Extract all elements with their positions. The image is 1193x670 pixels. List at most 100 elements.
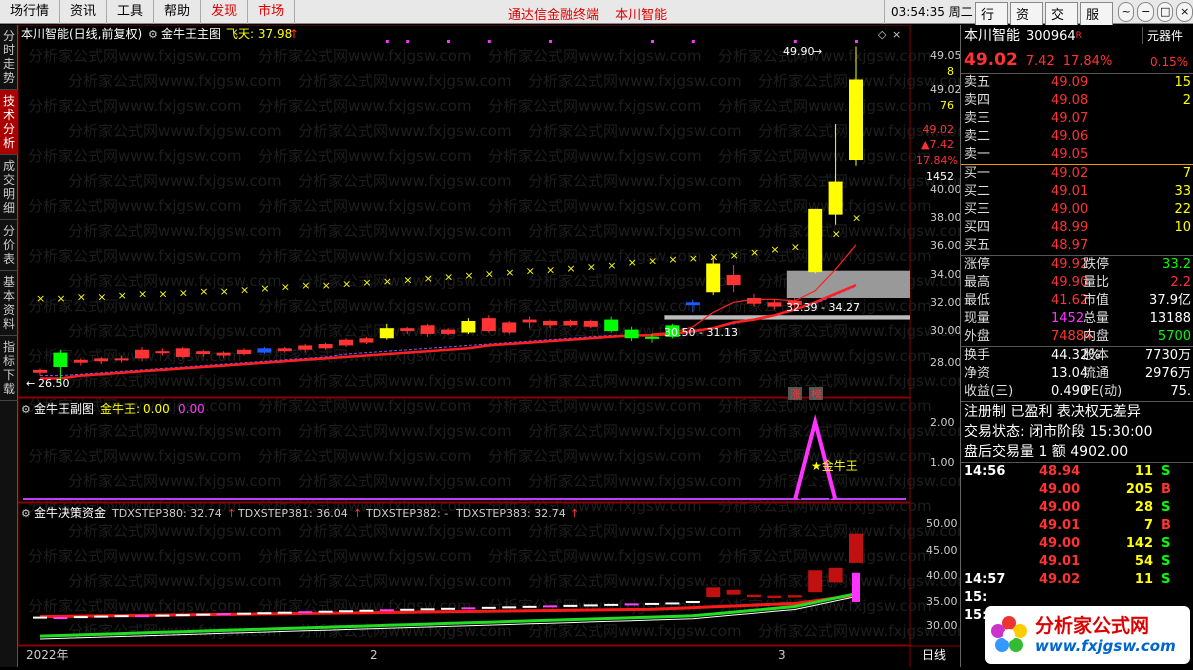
- sub1-value-2: 0.00: [178, 402, 205, 416]
- watermark-text: 分析家公式网www.fxjgsw.com: [298, 222, 512, 240]
- candle-body: [604, 319, 619, 332]
- sar-mark: ×: [750, 246, 759, 259]
- period-label[interactable]: 日线: [922, 648, 946, 662]
- watermark-text: 分析家公式网www.fxjgsw.com: [28, 147, 242, 165]
- menu-help[interactable]: 帮助: [154, 0, 202, 24]
- main-menu: 场行情 资讯 工具 帮助 发现 市场: [0, 0, 296, 24]
- tab-indicator-download[interactable]: 指标下载: [0, 336, 18, 401]
- sector-tag[interactable]: 元器件: [1142, 27, 1183, 44]
- sar-mark: ×: [668, 253, 677, 266]
- sar-mark: ×: [260, 282, 269, 295]
- sub2-title[interactable]: 金牛决策资金: [34, 505, 106, 520]
- chart-area[interactable]: 分析家公式网www.fxjgsw.com 分析家公式网www.fxjgsw.com…: [17, 24, 972, 667]
- watermark-text: 分析家公式网www.fxjgsw.com: [528, 172, 742, 190]
- tick-list[interactable]: 14:56 48.94 11 S 49.00 205 B 49.00 28 S 49.01 7 B…: [961, 463, 1193, 625]
- stat-row: 收益(三) 0.490 PE(动) 75.: [964, 384, 1191, 399]
- stat-row: 换手 44.32% 股本 7730万: [964, 348, 1191, 363]
- tick-row: 49.00 142 S: [1039, 536, 1171, 551]
- close-icon[interactable]: ×: [1176, 2, 1193, 22]
- close-pane-icon[interactable]: ×: [892, 28, 901, 41]
- menu-marketplace[interactable]: 市场: [248, 0, 296, 24]
- sub2-bar: [726, 589, 741, 595]
- xaxis-label: 2022年: [26, 648, 69, 662]
- sar-mark: ×: [852, 212, 861, 225]
- quote-panel: 本川智能 300964R 元器件 0.15% 49.02 7.42 17.84% 卖五…: [960, 25, 1193, 667]
- tab-deals[interactable]: 成交明细: [0, 155, 18, 220]
- minimize-icon[interactable]: −: [1137, 2, 1154, 22]
- candle-body: [196, 351, 211, 355]
- sub2-bar: [53, 617, 68, 620]
- sector-pct: 0.15%: [1150, 55, 1189, 69]
- sub2-bar: [645, 602, 659, 605]
- sub2-bar: [849, 533, 863, 563]
- tab-price-table[interactable]: 分价表: [0, 220, 18, 271]
- kline-chart[interactable]: 分析家公式网www.fxjgsw.com 分析家公式网www.fxjgsw.com…: [17, 24, 972, 667]
- stat-row: 涨停 49.92 跌停 33.2: [964, 257, 1191, 272]
- ask-row: 卖四 49.08 2: [964, 93, 1191, 108]
- watermark-text: 分析家公式网www.fxjgsw.com: [298, 472, 512, 490]
- watermark-text: 分析家公式网www.fxjgsw.com: [488, 47, 702, 65]
- sub1-title[interactable]: 金牛王副图: [34, 401, 94, 416]
- menu-discover[interactable]: 发现: [201, 0, 249, 24]
- candle-body: [359, 338, 374, 343]
- candle-body: [33, 369, 47, 373]
- watermark-text: 分析家公式网www.fxjgsw.com: [528, 372, 742, 390]
- stat-row: 最高 49.90 量比 2.2: [964, 275, 1191, 290]
- sub2-bar: [318, 610, 333, 613]
- tab-fundamentals[interactable]: 基本资料: [0, 271, 18, 336]
- settings-icon[interactable]: ⚙: [21, 507, 31, 520]
- restore-icon[interactable]: ~: [1117, 2, 1135, 22]
- sar-mark: ×: [56, 292, 65, 305]
- sub2-line-4: TDXSTEP383: 32.74: [455, 507, 566, 520]
- stat-row: 外盘 74884 内盘 5700: [964, 329, 1191, 344]
- menu-news[interactable]: 资讯: [60, 0, 108, 24]
- yaxis-label: 36.00: [930, 239, 960, 252]
- yaxis-label: 45.00: [926, 544, 958, 557]
- sar-mark: ×: [628, 256, 637, 269]
- candle-body: [175, 348, 190, 357]
- sub2-bar: [359, 609, 374, 612]
- menu-market[interactable]: 场行情: [0, 0, 61, 24]
- main-indicator-name[interactable]: 金牛王主图: [161, 26, 221, 41]
- price-change: 7.42: [1025, 54, 1055, 69]
- yaxis-label: 35.00: [926, 595, 958, 608]
- tab-technical[interactable]: 技术分析: [0, 90, 18, 155]
- sub2-line-3: TDXSTEP382: -: [365, 507, 448, 520]
- yaxis-label: 30.00: [926, 619, 958, 632]
- title-ticker: 通达信金融终端 本川智能: [508, 4, 679, 23]
- sar-mark: ×: [77, 291, 86, 304]
- settings-icon[interactable]: ⚙: [148, 28, 158, 41]
- watermark-text: 分析家公式网www.fxjgsw.com: [258, 247, 472, 265]
- candle-body: [298, 345, 313, 350]
- diamond-icon[interactable]: ◇: [878, 28, 887, 41]
- settings-icon[interactable]: ⚙: [21, 403, 31, 416]
- candle-body: [522, 319, 537, 323]
- candle-body: [94, 358, 109, 362]
- candle-body: [849, 79, 863, 160]
- sub2-bar: [706, 587, 721, 598]
- watermark-text: 分析家公式网www.fxjgsw.com: [488, 397, 702, 415]
- tick-row: 14:56 48.94 11 S: [964, 464, 1171, 479]
- yaxis-label: 40.00: [930, 183, 960, 196]
- watermark-text: 分析家公式网www.fxjgsw.com: [298, 372, 512, 390]
- sub2-bar: [441, 607, 455, 610]
- watermark-text: 分析家公式网www.fxjgsw.com: [528, 572, 742, 590]
- menu-tools[interactable]: 工具: [107, 0, 155, 24]
- watermark-text: 分析家公式网www.fxjgsw.com: [528, 72, 742, 90]
- tab-timeshare[interactable]: 分时走势: [0, 25, 18, 90]
- watermark-text: 分析家公式网www.fxjgsw.com: [488, 547, 702, 565]
- ticker-stock: 本川智能: [615, 8, 668, 23]
- sar-mark: ×: [220, 285, 229, 298]
- watermark-text: 分析家公式网www.fxjgsw.com: [258, 147, 472, 165]
- yaxis-label: 28.00: [930, 356, 960, 369]
- watermark-text: 分析家公式网www.fxjgsw.com: [488, 347, 702, 365]
- signal-dot: [549, 40, 552, 43]
- sar-mark: ×: [179, 286, 188, 299]
- bid-row: 买四 48.99 10: [964, 220, 1191, 235]
- signal-dot: [691, 40, 695, 43]
- resistance-band: [786, 270, 910, 298]
- maximize-icon[interactable]: □: [1156, 2, 1174, 22]
- yaxis-label: 8: [947, 65, 954, 78]
- sar-mark: ×: [505, 266, 514, 279]
- high-arrow-icon: →: [813, 45, 822, 58]
